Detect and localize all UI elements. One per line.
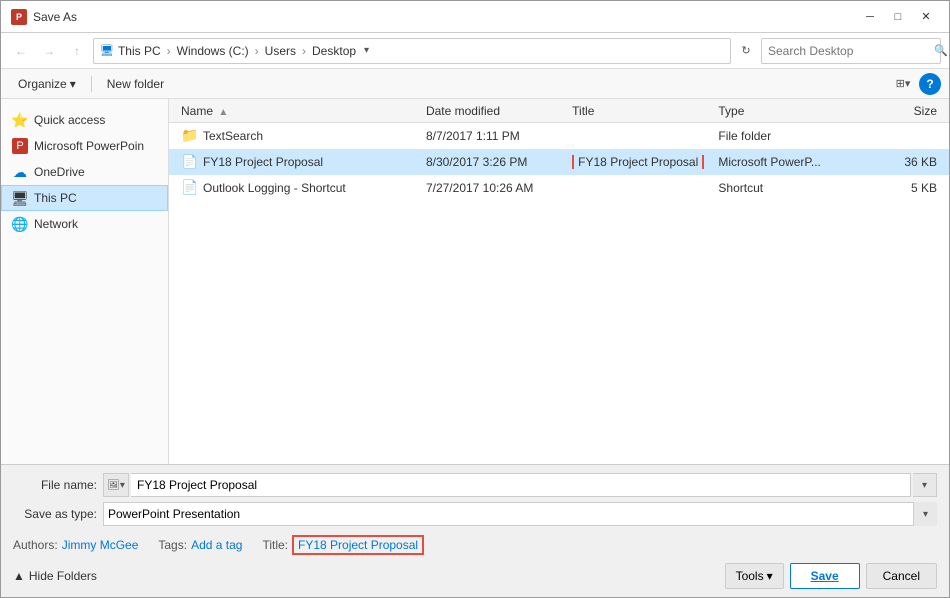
sidebar-item-this-pc[interactable]: 🖥 This PC	[1, 185, 168, 211]
content-area: ⭐ Quick access P Microsoft PowerPoin ☁ O…	[1, 99, 949, 464]
up-button[interactable]: ↑	[65, 39, 89, 63]
app-icon: P	[11, 9, 27, 25]
file-list-area: Name ▲ Date modified Title Type Size	[169, 99, 949, 464]
column-title[interactable]: Title	[568, 104, 714, 118]
breadcrumb-dropdown-icon[interactable]: ▾	[364, 45, 369, 56]
save-as-dialog: P Save As ─ □ ✕ ← → ↑ 🖥 This PC › Window…	[0, 0, 950, 598]
back-button[interactable]: ←	[9, 39, 33, 63]
toolbar: Organize ▾ New folder ⊞▾ ?	[1, 69, 949, 99]
quick-access-icon: ⭐	[12, 112, 28, 128]
organize-button[interactable]: Organize ▾	[9, 74, 85, 94]
search-icon: 🔍	[929, 44, 950, 57]
pc-icon: 🖥	[100, 44, 114, 57]
saveas-row: Save as type: PowerPoint Presentation ▾	[13, 502, 937, 526]
table-row[interactable]: 📁 TextSearch 8/7/2017 1:11 PM File folde…	[169, 123, 949, 149]
sidebar-item-microsoft-powerpoint[interactable]: P Microsoft PowerPoin	[1, 133, 168, 159]
filename-icon-button[interactable]: 🖼▾	[103, 473, 129, 497]
file-list-header: Name ▲ Date modified Title Type Size	[169, 99, 949, 123]
powerpoint-icon: P	[12, 138, 28, 154]
tools-arrow-icon: ▾	[767, 569, 773, 583]
saveas-label: Save as type:	[13, 507, 103, 521]
sidebar-item-quick-access[interactable]: ⭐ Quick access	[1, 107, 168, 133]
network-icon: 🌐	[12, 216, 28, 232]
sort-arrow-icon: ▲	[218, 107, 228, 118]
sidebar-item-label: Microsoft PowerPoin	[34, 139, 144, 153]
maximize-button[interactable]: □	[885, 7, 911, 27]
tags-value[interactable]: Add a tag	[191, 538, 242, 552]
authors-label: Authors:	[13, 538, 58, 552]
shortcut-icon: 📄	[181, 179, 199, 197]
ppt-icon: 📄	[181, 153, 199, 171]
sidebar-item-label: Quick access	[34, 113, 105, 127]
file-list: 📁 TextSearch 8/7/2017 1:11 PM File folde…	[169, 123, 949, 464]
column-name[interactable]: Name ▲	[177, 104, 422, 118]
meta-row: Authors: Jimmy McGee Tags: Add a tag Tit…	[13, 531, 937, 557]
forward-button[interactable]: →	[37, 39, 61, 63]
authors-value[interactable]: Jimmy McGee	[62, 538, 139, 552]
column-date[interactable]: Date modified	[422, 104, 568, 118]
refresh-button[interactable]: ↻	[735, 40, 757, 62]
search-input[interactable]	[762, 44, 929, 58]
sidebar-item-label: OneDrive	[34, 165, 85, 179]
filename-input[interactable]	[131, 473, 911, 497]
folder-icon: 📁	[181, 127, 199, 145]
action-row: ▲ Hide Folders Tools ▾ Save Cancel	[13, 563, 937, 589]
filename-label: File name:	[13, 478, 103, 492]
dialog-title: Save As	[33, 10, 77, 24]
column-size[interactable]: Size	[865, 104, 941, 118]
sidebar-item-label: Network	[34, 217, 78, 231]
table-row[interactable]: 📄 FY18 Project Proposal 8/30/2017 3:26 P…	[169, 149, 949, 175]
close-button[interactable]: ✕	[913, 7, 939, 27]
title-bar: P Save As ─ □ ✕	[1, 1, 949, 33]
view-button[interactable]: ⊞▾	[891, 73, 915, 95]
onedrive-icon: ☁	[12, 164, 28, 180]
sidebar-item-network[interactable]: 🌐 Network	[1, 211, 168, 237]
filename-row: File name: 🖼▾ ▾	[13, 473, 937, 497]
column-type[interactable]: Type	[714, 104, 865, 118]
title-meta-value[interactable]: FY18 Project Proposal	[292, 535, 424, 555]
sidebar: ⭐ Quick access P Microsoft PowerPoin ☁ O…	[1, 99, 169, 464]
nav-bar: ← → ↑ 🖥 This PC › Windows (C:) › Users ›…	[1, 33, 949, 69]
bottom-area: File name: 🖼▾ ▾ Save as type: PowerPoint…	[1, 464, 949, 597]
hide-folders-button[interactable]: ▲ Hide Folders	[13, 569, 97, 583]
breadcrumb[interactable]: 🖥 This PC › Windows (C:) › Users › Deskt…	[93, 38, 731, 64]
sidebar-item-label: This PC	[34, 191, 77, 205]
breadcrumb-part-pc: This PC	[118, 44, 161, 58]
save-button[interactable]: Save	[790, 563, 860, 589]
cancel-button[interactable]: Cancel	[866, 563, 937, 589]
sidebar-item-onedrive[interactable]: ☁ OneDrive	[1, 159, 168, 185]
minimize-button[interactable]: ─	[857, 7, 883, 27]
title-highlight-box: FY18 Project Proposal	[572, 155, 704, 169]
table-row[interactable]: 📄 Outlook Logging - Shortcut 7/27/2017 1…	[169, 175, 949, 201]
pc-icon: 🖥	[12, 190, 28, 206]
tools-button[interactable]: Tools ▾	[725, 563, 784, 589]
organize-arrow-icon: ▾	[70, 77, 76, 91]
new-folder-button[interactable]: New folder	[98, 74, 173, 94]
title-meta-label: Title:	[262, 538, 288, 552]
filename-dropdown-icon[interactable]: ▾	[913, 473, 937, 497]
tags-label: Tags:	[158, 538, 187, 552]
chevron-down-icon: ▲	[13, 569, 25, 583]
search-bar[interactable]: 🔍	[761, 38, 941, 64]
help-button[interactable]: ?	[919, 73, 941, 95]
saveas-select[interactable]: PowerPoint Presentation	[103, 502, 937, 526]
